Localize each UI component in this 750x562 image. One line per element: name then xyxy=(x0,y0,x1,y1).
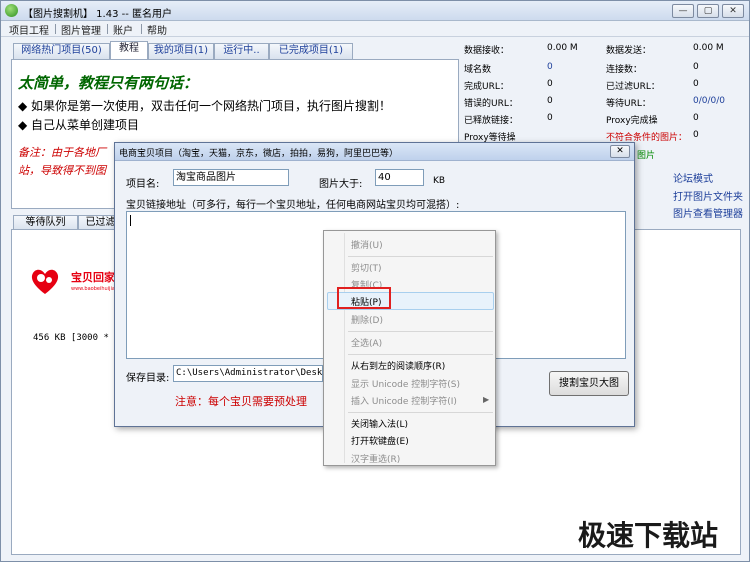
submenu-arrow-icon: ▶ xyxy=(483,395,490,404)
stat-label: 域名数 xyxy=(464,65,492,75)
tab-tutorial[interactable]: 教程 xyxy=(110,41,148,60)
window-title: 【图片搜割机】 1.43 -- 匿名用户 xyxy=(23,9,173,20)
preprocess-warning: 注意：每个宝贝需要预处理 xyxy=(175,395,307,408)
menu-item-help[interactable]: 帮助 xyxy=(147,22,167,37)
size-unit-label: KB xyxy=(433,176,446,186)
stat-value: 0 xyxy=(693,62,699,72)
text-caret xyxy=(130,215,131,226)
stat-value: 0 xyxy=(547,62,553,72)
menu-item-project[interactable]: 项目工程 xyxy=(9,22,49,37)
menu-insert-unicode[interactable]: 插入 Unicode 控制字符(I) xyxy=(351,394,457,407)
save-dir-input[interactable]: C:\Users\Administrator\Desktop\ xyxy=(173,365,323,382)
menu-soft-keyboard[interactable]: 打开软键盘(E) xyxy=(351,434,409,447)
stat-value: 0.00 M xyxy=(547,43,578,53)
tutorial-note-1: 备注：由于各地厂 xyxy=(18,146,106,159)
forum-mode-link[interactable]: 论坛模式 xyxy=(673,170,713,185)
title-bar: 【图片搜割机】 1.43 -- 匿名用户 — ▢ ✕ xyxy=(1,1,749,21)
tab-hot-projects[interactable]: 网络热门项目(50) xyxy=(13,43,110,59)
minimize-button[interactable]: — xyxy=(672,4,694,18)
stat-label: 数据发送： xyxy=(606,46,652,56)
stat-label: Proxy完成操 xyxy=(606,116,658,126)
stat-value: 0 xyxy=(547,96,553,106)
tutorial-heading: 太简单，教程只有两句话： xyxy=(18,74,199,92)
menu-item-account[interactable]: 账户 xyxy=(113,22,133,37)
tutorial-step-2: ◆ 自己从菜单创建项目 xyxy=(18,118,140,132)
stat-label: 已释放链接： xyxy=(464,116,519,126)
min-size-input[interactable]: 40 xyxy=(375,169,424,186)
stat-value: 0 xyxy=(547,79,553,89)
grab-images-button[interactable]: 搜割宝贝大图 xyxy=(549,371,629,396)
stat-value: 0/0/0/0 xyxy=(693,96,726,106)
tab-completed[interactable]: 已完成项目(1) xyxy=(269,43,353,59)
maximize-button[interactable]: ▢ xyxy=(697,4,719,18)
image-viewer-link[interactable]: 图片查看管理器 xyxy=(673,205,743,220)
stat-value: 0.00 M xyxy=(693,43,724,53)
close-button[interactable]: ✕ xyxy=(722,4,744,18)
menu-rtl-reading[interactable]: 从右到左的阅读顺序(R) xyxy=(351,359,445,372)
menu-separator xyxy=(348,256,493,257)
menu-divider xyxy=(141,24,142,34)
site-watermark: 极速下载站 xyxy=(578,519,719,552)
dialog-close-button[interactable]: ✕ xyxy=(610,145,630,158)
stat-label: 图片 xyxy=(637,151,656,161)
context-menu: 撤消(U) 剪切(T) 复制(C) 粘贴(P) 删除(D) 全选(A) 从右到左… xyxy=(323,230,496,466)
stat-label: 数据接收： xyxy=(464,46,510,56)
stat-label: 错误的URL： xyxy=(464,99,518,109)
menu-reconvert[interactable]: 汉字重选(R) xyxy=(351,452,400,465)
main-window: 【图片搜割机】 1.43 -- 匿名用户 — ▢ ✕ 项目工程 图片管理 账户 … xyxy=(0,0,750,562)
menu-close-ime[interactable]: 关闭输入法(L) xyxy=(351,417,408,430)
tab-my-projects[interactable]: 我的项目(1) xyxy=(148,43,214,59)
stat-label: 连接数： xyxy=(606,65,643,75)
links-label: 宝贝链接地址（可多行，每行一个宝贝地址，任何电商网站宝贝均可混搭）: xyxy=(126,200,460,211)
stat-label: 等待URL： xyxy=(606,99,651,109)
menu-undo[interactable]: 撤消(U) xyxy=(351,238,383,251)
project-name-label: 项目名: xyxy=(126,179,160,190)
stat-label: 完成URL： xyxy=(464,82,509,92)
tutorial-step-1: ◆ 如果你是第一次使用，双击任何一个网络热门项目，执行图片搜割！ xyxy=(18,99,392,113)
tutorial-note-2: 站，导致得不到图 xyxy=(18,164,106,177)
menu-divider xyxy=(55,24,56,34)
menu-separator xyxy=(348,354,493,355)
heart-logo-icon xyxy=(31,269,59,294)
stat-value: 0 xyxy=(547,113,553,123)
stat-value: 0 xyxy=(693,79,699,89)
menu-separator xyxy=(348,412,493,413)
tab-running[interactable]: 运行中.. xyxy=(214,43,269,59)
tab-waiting-queue[interactable]: 等待队列 xyxy=(13,215,78,230)
menu-item-images[interactable]: 图片管理 xyxy=(61,22,101,37)
menu-separator xyxy=(348,331,493,332)
menu-show-unicode[interactable]: 显示 Unicode 控制字符(S) xyxy=(351,377,460,390)
paste-callout-box xyxy=(337,287,391,309)
menu-delete[interactable]: 删除(D) xyxy=(351,313,383,326)
save-dir-label: 保存目录: xyxy=(126,373,170,384)
menu-bar: 项目工程 图片管理 账户 帮助 xyxy=(1,21,749,37)
dialog-title: 电商宝贝项目（淘宝，天猫，京东，微店，拍拍，易狗，阿里巴巴等） xyxy=(119,149,399,159)
menu-divider xyxy=(107,24,108,34)
dialog-title-bar: 电商宝贝项目（淘宝，天猫，京东，微店，拍拍，易狗，阿里巴巴等） ✕ xyxy=(115,143,634,161)
menu-gutter xyxy=(344,233,345,463)
open-image-folder-link[interactable]: 打开图片文件夹 xyxy=(673,188,743,203)
stat-label: 已过滤URL： xyxy=(606,82,660,92)
min-size-label: 图片大于: xyxy=(319,179,363,190)
logo-text: 宝贝回家 xyxy=(71,271,115,284)
menu-select-all[interactable]: 全选(A) xyxy=(351,336,382,349)
app-logo-icon xyxy=(5,4,18,17)
project-name-input[interactable]: 淘宝商品图片 xyxy=(173,169,289,186)
menu-cut[interactable]: 剪切(T) xyxy=(351,261,382,274)
stat-value: 0 xyxy=(693,130,699,140)
stat-value: 0 xyxy=(693,113,699,123)
